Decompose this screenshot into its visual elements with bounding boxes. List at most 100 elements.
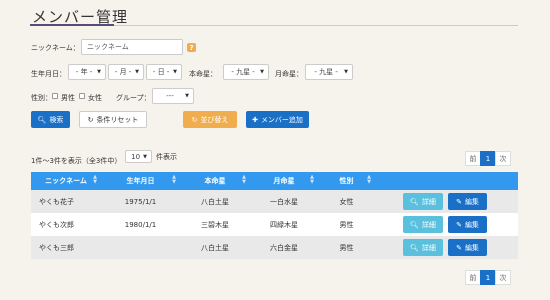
table-row: やくも三郎 八白土星 六白金星 男性 🔍︎ 詳細 ✎ 編集	[31, 236, 518, 259]
column-header-getsumei[interactable]: 月命星 ▲ ▼	[250, 172, 318, 190]
detail-button[interactable]: 🔍︎ 詳細	[403, 239, 443, 256]
detail-button-label: 詳細	[421, 243, 436, 252]
detail-button-label: 詳細	[421, 220, 436, 229]
search-button[interactable]: 🔍︎ 検索	[31, 111, 70, 128]
sort-icon: ▲ ▼	[242, 174, 246, 185]
cell-gender: 男性	[318, 236, 375, 259]
birth-label: 生年月日：	[31, 70, 66, 78]
per-page-suffix: 件表示	[156, 153, 177, 161]
caret-down-icon: ▼	[143, 153, 147, 160]
cell-honmei: 八白土星	[180, 190, 250, 213]
getsumei-value: - 九星 -	[314, 68, 338, 76]
cell-honmei: 三碧木星	[180, 213, 250, 236]
cell-actions: 🔍︎ 詳細 ✎ 編集	[375, 213, 518, 236]
sort-button-label: 並び替え	[200, 115, 229, 124]
birth-month-select[interactable]: - 月 - ▼	[108, 64, 144, 80]
page-button-1[interactable]: 1	[480, 270, 496, 285]
nickname-input[interactable]: ニックネーム	[81, 39, 183, 55]
prev-page-button[interactable]: 前	[465, 151, 481, 166]
sort-button[interactable]: ↻ 並び替え	[183, 111, 237, 128]
gender-female-label: 女性	[88, 94, 102, 102]
table-row: やくも花子 1975/1/1 八白土星 一白水星 女性 🔍︎ 詳細 ✎ 編集	[31, 190, 518, 213]
pencil-icon: ✎	[456, 197, 462, 206]
pencil-icon: ✎	[456, 220, 462, 229]
gender-male-label: 男性	[61, 94, 75, 102]
table-row: やくも次郎 1980/1/1 三碧木星 四緑木星 男性 🔍︎ 詳細 ✎ 編集	[31, 213, 518, 236]
honmei-label: 本命星：	[189, 70, 217, 78]
cell-honmei: 八白土星	[180, 236, 250, 259]
caret-down-icon: ▼	[173, 69, 177, 75]
group-select[interactable]: --- ▼	[152, 88, 194, 104]
help-icon[interactable]: ?	[187, 43, 196, 52]
honmei-value: - 九星 -	[231, 68, 255, 76]
sort-icon: ▲ ▼	[172, 174, 176, 185]
reset-button[interactable]: ↻ 条件リセット	[79, 111, 147, 128]
caret-down-icon: ▼	[344, 69, 348, 75]
detail-button[interactable]: 🔍︎ 詳細	[403, 193, 443, 210]
getsumei-label: 月命星：	[275, 70, 303, 78]
cell-nickname: やくも三郎	[31, 236, 101, 259]
pencil-icon: ✎	[456, 243, 462, 252]
gender-male-checkbox[interactable]	[52, 93, 58, 99]
cell-gender: 女性	[318, 190, 375, 213]
next-page-button[interactable]: 次	[495, 270, 511, 285]
search-icon: 🔍︎	[410, 220, 419, 229]
edit-button[interactable]: ✎ 編集	[448, 216, 487, 233]
group-value: ---	[166, 92, 174, 100]
birth-day-value: - 日 -	[152, 68, 170, 76]
cell-getsumei: 一白水星	[250, 190, 318, 213]
birth-year-select[interactable]: - 年 - ▼	[68, 64, 106, 80]
column-header-birth[interactable]: 生年月日 ▲ ▼	[101, 172, 180, 190]
cell-nickname: やくも次郎	[31, 213, 101, 236]
caret-down-icon: ▼	[185, 93, 189, 99]
caret-down-icon: ▼	[260, 69, 264, 75]
pagination-bottom: 前 1 次	[465, 270, 511, 285]
column-header-actions	[375, 172, 518, 190]
refresh-icon: ↻	[191, 115, 198, 124]
birth-day-select[interactable]: - 日 - ▼	[146, 64, 182, 80]
member-table: ニックネーム ▲ ▼ 生年月日 ▲ ▼ 本命星 ▲ ▼ 月命星 ▲ ▼ 性別 ▲ ▼ やくも花子 1…	[31, 172, 518, 259]
birth-year-value: - 年 -	[75, 68, 93, 76]
pagination-top: 前 1 次	[465, 151, 511, 166]
cell-getsumei: 六白金星	[250, 236, 318, 259]
cell-getsumei: 四緑木星	[250, 213, 318, 236]
sort-icon: ▲ ▼	[367, 174, 371, 185]
caret-down-icon: ▼	[97, 69, 101, 75]
prev-page-button[interactable]: 前	[465, 270, 481, 285]
column-header-nickname[interactable]: ニックネーム ▲ ▼	[31, 172, 101, 190]
edit-button[interactable]: ✎ 編集	[448, 239, 487, 256]
honmei-select[interactable]: - 九星 - ▼	[223, 64, 269, 80]
cell-actions: 🔍︎ 詳細 ✎ 編集	[375, 236, 518, 259]
next-page-button[interactable]: 次	[495, 151, 511, 166]
cell-actions: 🔍︎ 詳細 ✎ 編集	[375, 190, 518, 213]
cell-nickname: やくも花子	[31, 190, 101, 213]
add-member-button-label: メンバー追加	[260, 115, 303, 124]
gender-female-checkbox[interactable]	[79, 93, 85, 99]
search-icon: 🔍︎	[410, 197, 419, 206]
search-icon: 🔍︎	[410, 243, 419, 252]
detail-button-label: 詳細	[421, 197, 436, 206]
list-summary: 1件～3件を表示（全3件中）	[31, 157, 122, 165]
detail-button[interactable]: 🔍︎ 詳細	[403, 216, 443, 233]
group-label: グループ：	[116, 94, 151, 102]
reset-button-label: 条件リセット	[96, 115, 139, 124]
birth-month-value: - 月 -	[114, 68, 132, 76]
cell-birth: 1980/1/1	[101, 213, 180, 236]
title-underline-accent	[30, 24, 114, 26]
page-button-1[interactable]: 1	[480, 151, 496, 166]
nickname-label: ニックネーム：	[31, 44, 80, 52]
getsumei-select[interactable]: - 九星 - ▼	[305, 64, 353, 80]
edit-button-label: 編集	[464, 243, 479, 252]
add-member-button[interactable]: ✚ メンバー追加	[246, 111, 309, 128]
cell-birth: 1975/1/1	[101, 190, 180, 213]
cell-birth	[101, 236, 180, 259]
column-header-honmei[interactable]: 本命星 ▲ ▼	[180, 172, 250, 190]
edit-button[interactable]: ✎ 編集	[448, 193, 487, 210]
column-header-label: 本命星	[204, 177, 226, 185]
edit-button-label: 編集	[464, 197, 479, 206]
column-header-gender[interactable]: 性別 ▲ ▼	[318, 172, 375, 190]
plus-icon: ✚	[252, 115, 258, 124]
sort-icon: ▲ ▼	[310, 174, 314, 185]
per-page-select[interactable]: 10 ▼	[125, 150, 152, 163]
column-header-label: ニックネーム	[45, 177, 87, 185]
